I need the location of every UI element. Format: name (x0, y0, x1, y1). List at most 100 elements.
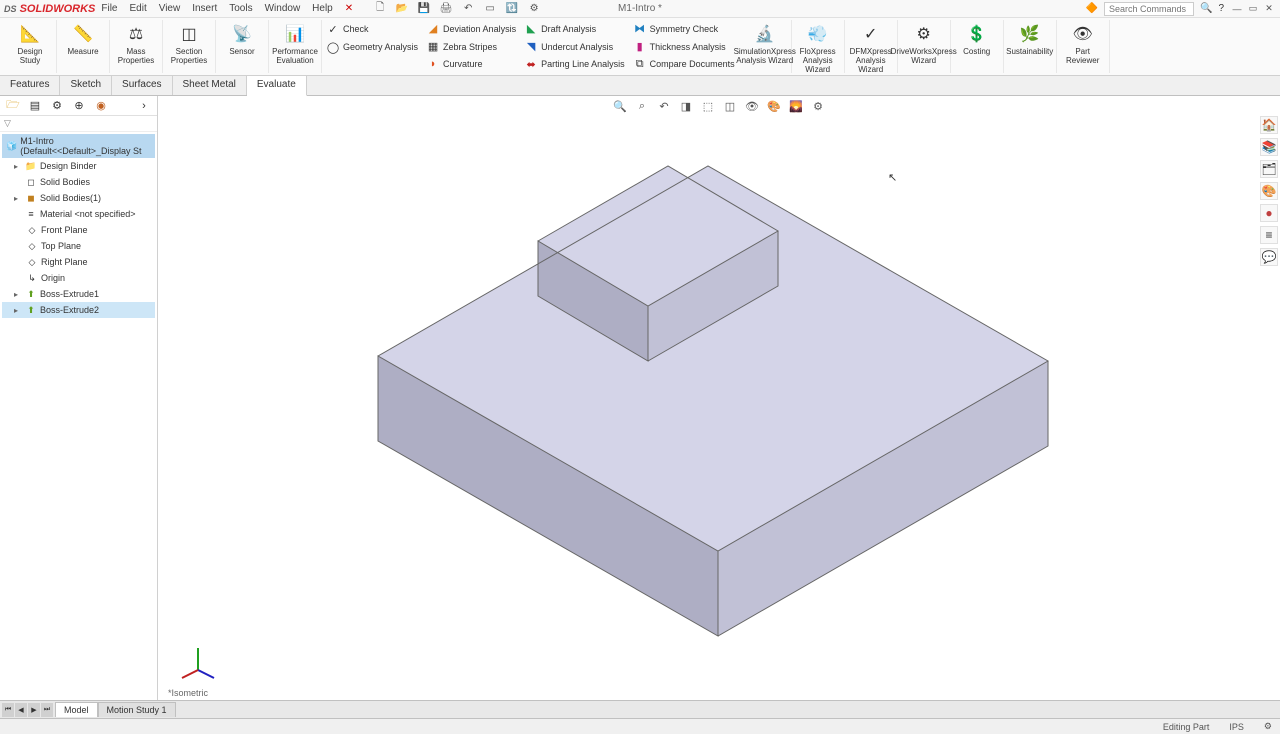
display-manager-tab-icon[interactable]: ◉ (92, 98, 110, 114)
menu-view[interactable]: View (159, 3, 181, 14)
symmetry-check-button[interactable]: ⧓Symmetry Check (633, 21, 735, 37)
hide-show-icon[interactable]: 👁 (744, 98, 760, 114)
rebuild-icon[interactable]: 🔃 (505, 2, 519, 16)
menu-tools[interactable]: Tools (229, 3, 252, 14)
driveworks-button[interactable]: ⚙DriveWorksXpress Wizard (904, 22, 944, 65)
menu-close-icon[interactable]: ✕ (345, 3, 353, 14)
tree-top-plane[interactable]: ◇Top Plane (2, 238, 155, 254)
command-tabs: Features Sketch Surfaces Sheet Metal Eva… (0, 76, 1280, 96)
property-manager-tab-icon[interactable]: ▤ (26, 98, 44, 114)
tree-material[interactable]: ≡Material <not specified> (2, 206, 155, 222)
curvature-button[interactable]: ◗Curvature (426, 56, 516, 72)
menu-window[interactable]: Window (265, 3, 301, 14)
sustainability-button[interactable]: 🌿Sustainability (1010, 22, 1050, 56)
view-settings-icon[interactable]: ⚙ (810, 98, 826, 114)
undercut-analysis-button[interactable]: ◥Undercut Analysis (524, 39, 625, 55)
bottom-tab-motion-study[interactable]: Motion Study 1 (98, 702, 176, 717)
geometry-analysis-button[interactable]: ◯Geometry Analysis (326, 39, 418, 55)
tree-boss-extrude1[interactable]: ▸⬆Boss-Extrude1 (2, 286, 155, 302)
bottom-tab-model[interactable]: Model (55, 702, 98, 717)
zoom-area-icon[interactable]: ⌕ (634, 98, 650, 114)
swx-icon[interactable]: 🔶 (1086, 3, 1098, 14)
prev-view-icon[interactable]: ↶ (656, 98, 672, 114)
zoom-fit-icon[interactable]: 🔍 (612, 98, 628, 114)
view-orient-icon[interactable]: ⬚ (700, 98, 716, 114)
thickness-analysis-button[interactable]: ▮Thickness Analysis (633, 39, 735, 55)
feature-tree-tab-icon[interactable]: 🗁 (4, 98, 22, 114)
part-reviewer-button[interactable]: 👁Part Reviewer (1063, 22, 1103, 65)
dfm-xpress-button[interactable]: ✓DFMXpress Analysis Wizard (851, 22, 891, 74)
config-manager-tab-icon[interactable]: ⚙ (48, 98, 66, 114)
section-properties-button[interactable]: ◫Section Properties (169, 22, 209, 65)
open-icon[interactable]: 📂 (395, 2, 409, 16)
measure-button[interactable]: 📏Measure (63, 22, 103, 56)
select-icon[interactable]: ▭ (483, 2, 497, 16)
costing-button[interactable]: 💲Costing (957, 22, 997, 56)
tab-sheet-metal[interactable]: Sheet Metal (173, 76, 247, 95)
view-palette-icon[interactable]: 🎨 (1260, 182, 1278, 200)
restore-button[interactable]: ▭ (1246, 3, 1260, 15)
tree-root[interactable]: 🧊M1-Intro (Default<<Default>_Display St (2, 134, 155, 158)
tree-origin[interactable]: ↳Origin (2, 270, 155, 286)
tree-front-plane[interactable]: ◇Front Plane (2, 222, 155, 238)
help-icon[interactable]: ? (1218, 3, 1224, 14)
filter-bar[interactable]: ▽ (0, 116, 157, 132)
edit-appearance-icon[interactable]: 🎨 (766, 98, 782, 114)
simulation-xpress-button[interactable]: 🔬SimulationXpress Analysis Wizard (745, 22, 785, 65)
deviation-analysis-button[interactable]: ◢Deviation Analysis (426, 21, 516, 37)
minimize-button[interactable]: — (1230, 3, 1244, 15)
file-explorer-icon[interactable]: 🗂 (1260, 160, 1278, 178)
zebra-icon: ▦ (426, 40, 440, 54)
tree-solid-bodies[interactable]: ◻Solid Bodies (2, 174, 155, 190)
display-style-icon[interactable]: ◫ (722, 98, 738, 114)
section-view-icon[interactable]: ◨ (678, 98, 694, 114)
mass-properties-button[interactable]: ⚖Mass Properties (116, 22, 156, 65)
menu-insert[interactable]: Insert (192, 3, 217, 14)
graphics-viewport[interactable]: 🔍 ⌕ ↶ ◨ ⬚ ◫ 👁 🎨 🌄 ⚙ 🏠 📚 🗂 🎨 ● ≡ 💬 (158, 96, 1280, 700)
menu-edit[interactable]: Edit (129, 3, 146, 14)
save-icon[interactable]: 💾 (417, 2, 431, 16)
tab-evaluate[interactable]: Evaluate (247, 76, 307, 96)
appearances-icon[interactable]: ● (1260, 204, 1278, 222)
expand-tab-icon[interactable]: › (135, 98, 153, 114)
tree-boss-extrude2[interactable]: ▸⬆Boss-Extrude2 (2, 302, 155, 318)
tab-surfaces[interactable]: Surfaces (112, 76, 172, 95)
tab-next-icon[interactable]: ▶ (28, 703, 40, 717)
compare-documents-button[interactable]: ⧉Compare Documents (633, 56, 735, 72)
tab-first-icon[interactable]: ⏮ (2, 703, 14, 717)
menu-help[interactable]: Help (312, 3, 333, 14)
custom-props-icon[interactable]: ≡ (1260, 226, 1278, 244)
flo-xpress-button[interactable]: 💨FloXpress Analysis Wizard (798, 22, 838, 74)
status-bar: Editing Part IPS ⚙ (0, 718, 1280, 734)
tab-sketch[interactable]: Sketch (60, 76, 112, 95)
tab-prev-icon[interactable]: ◀ (15, 703, 27, 717)
new-icon[interactable]: 🗋 (373, 2, 387, 16)
search-icon[interactable]: 🔍 (1200, 3, 1212, 14)
tab-last-icon[interactable]: ⏭ (41, 703, 53, 717)
draft-analysis-button[interactable]: ◣Draft Analysis (524, 21, 625, 37)
sw-resources-icon[interactable]: 🏠 (1260, 116, 1278, 134)
performance-eval-button[interactable]: 📊Performance Evaluation (275, 22, 315, 65)
dimxpert-tab-icon[interactable]: ⊕ (70, 98, 88, 114)
zebra-stripes-button[interactable]: ▦Zebra Stripes (426, 39, 516, 55)
design-study-button[interactable]: 📐Design Study (10, 22, 50, 65)
menu-file[interactable]: File (101, 3, 117, 14)
check-button[interactable]: ✓Check (326, 21, 418, 37)
tree-solid-bodies-1[interactable]: ▸◼Solid Bodies(1) (2, 190, 155, 206)
tree-design-binder[interactable]: ▸📁Design Binder (2, 158, 155, 174)
forum-icon[interactable]: 💬 (1260, 248, 1278, 266)
print-icon[interactable]: 🖨 (439, 2, 453, 16)
undo-icon[interactable]: ↶ (461, 2, 475, 16)
parting-line-button[interactable]: ⬌Parting Line Analysis (524, 56, 625, 72)
options-icon[interactable]: ⚙ (527, 2, 541, 16)
tree-right-plane[interactable]: ◇Right Plane (2, 254, 155, 270)
tab-features[interactable]: Features (0, 76, 60, 95)
design-library-icon[interactable]: 📚 (1260, 138, 1278, 156)
apply-scene-icon[interactable]: 🌄 (788, 98, 804, 114)
orientation-triad[interactable] (178, 640, 218, 680)
status-units[interactable]: IPS (1229, 722, 1244, 732)
search-commands-input[interactable] (1104, 2, 1194, 16)
close-button[interactable]: ✕ (1262, 3, 1276, 15)
sensor-button[interactable]: 📡Sensor (222, 22, 262, 56)
status-custom-icon[interactable]: ⚙ (1264, 721, 1272, 732)
